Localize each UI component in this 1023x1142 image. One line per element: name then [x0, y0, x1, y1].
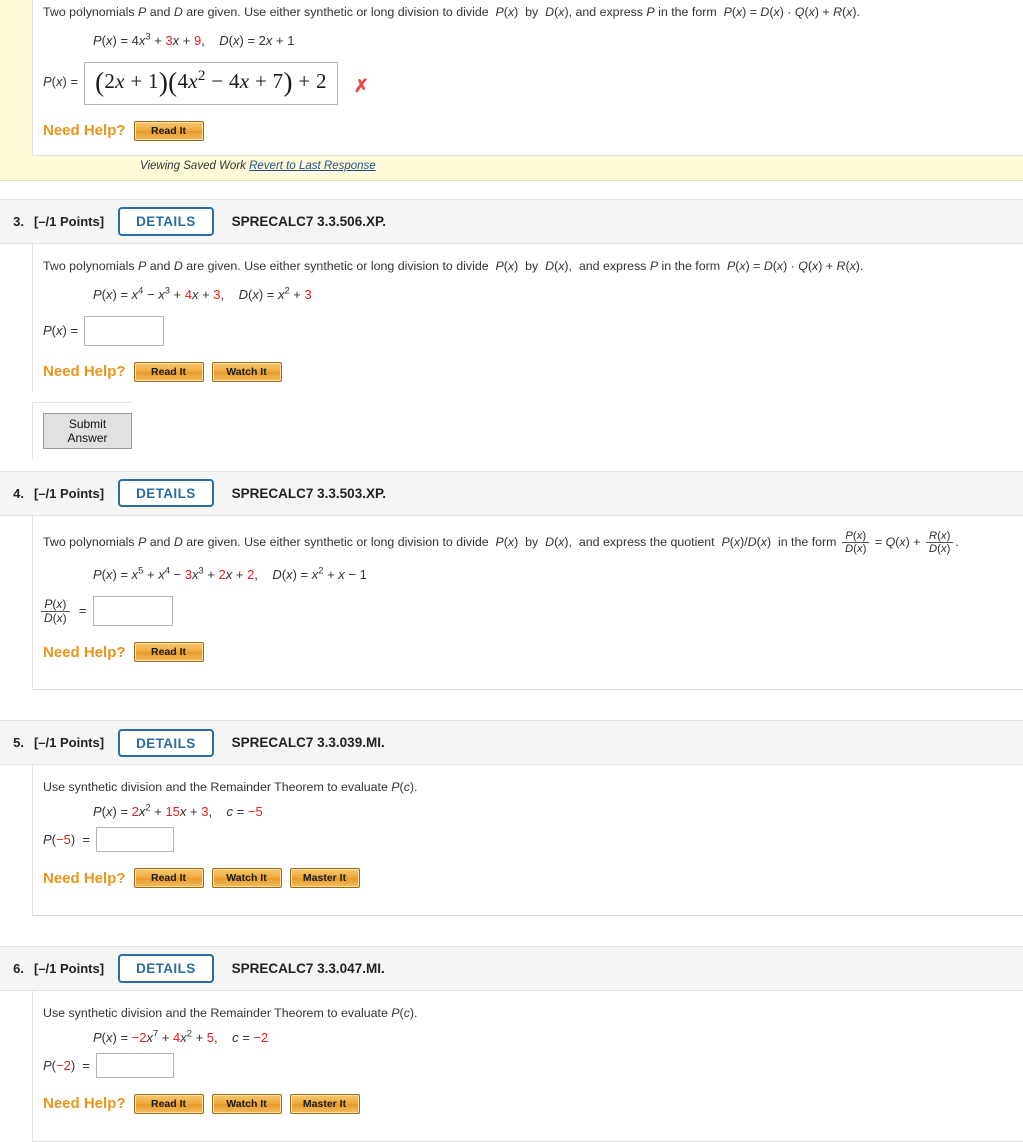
question-6-answer-row: P(−2) = [43, 1052, 1023, 1078]
spacer-3 [0, 690, 1023, 721]
need-help-label: Need Help? [43, 363, 126, 381]
saved-work-card: Two polynomials P and D are given. Use e… [32, 0, 1023, 156]
question-6-equation: P(x) = −2x7 + 4x2 + 5, c = −2 [93, 1028, 269, 1045]
question-4-equation: P(x) = x5 + x4 − 3x3 + 2x + 2, D(x) = x2… [93, 565, 367, 583]
prompt-text-3: are given. Use either synthetic or long … [182, 5, 493, 19]
question-4-answer-label: P(x) D(x) = [39, 597, 87, 625]
read-it-button[interactable]: Read It [133, 120, 204, 141]
question-5-prompt: Use synthetic division and the Remainder… [43, 780, 418, 795]
saved-work-text: Viewing Saved Work [140, 159, 246, 172]
question-4-answer-row: P(x) D(x) = [39, 596, 1023, 627]
question-5-equation: P(x) = 2x2 + 15x + 3, c = −5 [93, 802, 263, 820]
question-4-header: 4. [–/1 Points] DETAILS SPRECALC7 3.3.50… [0, 470, 1023, 516]
fraction-r-over-d: R(x) D(x) [925, 530, 954, 556]
question-3-equation: P(x) = x4 − x3 + 4x + 3, D(x) = x2 + 3 [93, 285, 312, 302]
question-4-answer-input[interactable] [92, 596, 173, 627]
question-3-need-help: Need Help? Read It Watch It [43, 361, 1023, 382]
saved-work-wrapper: Two polynomials P and D are given. Use e… [0, 0, 1023, 181]
question-6-body: Use synthetic division and the Remainder… [32, 991, 1023, 1124]
question-4-points: [–/1 Points] [34, 485, 105, 501]
revert-to-last-response-link[interactable]: Revert to Last Response [249, 160, 376, 172]
fraction-p-over-d: P(x) D(x) [841, 530, 870, 556]
question-4-number: 4. [13, 485, 24, 501]
question-6-points: [–/1 Points] [34, 961, 105, 977]
question-4-details-button[interactable]: DETAILS [118, 478, 214, 508]
read-it-button[interactable]: Read It [133, 642, 204, 663]
question-3-points: [–/1 Points] [34, 213, 105, 229]
question-6-header: 6. [–/1 Points] DETAILS SPRECALC7 3.3.04… [0, 946, 1023, 992]
question-3-prompt: Two polynomials P and D are given. Use e… [43, 258, 864, 273]
question-6-footer [32, 1123, 1023, 1142]
question-4: 4. [–/1 Points] DETAILS SPRECALC7 3.3.50… [0, 470, 1023, 691]
question-5-points: [–/1 Points] [34, 735, 105, 751]
need-help-label: Need Help? [43, 869, 126, 887]
question-4-prompt: Two polynomials P and D are given. Use e… [43, 529, 959, 556]
prompt-text-5: and express [572, 5, 647, 19]
master-it-button[interactable]: Master It [289, 1093, 360, 1114]
submit-answer-button[interactable]: Submit Answer [43, 412, 132, 449]
saved-answer-box[interactable]: (2x + 1)(4x2 − 4x + 7) + 2 [84, 61, 338, 105]
answer-row: P(x) = (2x + 1)(4x2 − 4x + 7) + 2 ✗ [43, 61, 1023, 105]
prompt-text-2: and [146, 5, 174, 19]
question-5-answer-label: P(−5) = [43, 832, 90, 848]
question-3-answer-label: P(x) = [43, 323, 79, 339]
question-4-body: Two polynomials P and D are given. Use e… [32, 515, 1023, 673]
question-3-code: SPRECALC7 3.3.506.XP. [231, 213, 386, 229]
question-6-prompt: Use synthetic division and the Remainder… [43, 1006, 418, 1021]
question-6-need-help: Need Help? Read It Watch It Master It [43, 1093, 1023, 1114]
prompt-text-4: by [521, 5, 542, 19]
question-3-number: 3. [13, 213, 24, 229]
read-it-button[interactable]: Read It [133, 361, 204, 382]
question-4-footer [32, 672, 1023, 691]
saved-work-note: Viewing Saved Work Revert to Last Respon… [0, 156, 1023, 174]
question-5-footer [32, 898, 1023, 917]
spacer-4 [0, 916, 1023, 947]
question-5-number: 5. [13, 735, 24, 751]
incorrect-mark-icon: ✗ [353, 75, 369, 96]
need-help-label: Need Help? [43, 1095, 126, 1113]
spacer [0, 180, 1023, 199]
question-6-number: 6. [13, 961, 24, 977]
question-5-body: Use synthetic division and the Remainder… [32, 765, 1023, 899]
answer-label: P(x) = [43, 73, 79, 89]
need-help-label: Need Help? [43, 643, 126, 661]
watch-it-button[interactable]: Watch It [211, 361, 282, 382]
question-prompt: Two polynomials P and D are given. Use e… [43, 5, 860, 19]
question-5: 5. [–/1 Points] DETAILS SPRECALC7 3.3.03… [0, 720, 1023, 917]
question-5-answer-row: P(−5) = [43, 827, 1023, 853]
question-6-answer-label: P(−2) = [43, 1057, 90, 1073]
need-help-row: Need Help? Read It [43, 120, 1023, 141]
question-3-answer-row: P(x) = [43, 315, 1023, 346]
prompt-text: Two polynomials [43, 5, 139, 19]
question-3-body: Two polynomials P and D are given. Use e… [32, 243, 1023, 392]
question-3-details-button[interactable]: DETAILS [118, 207, 214, 236]
question-3-submit-wrap: Submit Answer [32, 401, 132, 459]
watch-it-button[interactable]: Watch It [211, 1093, 282, 1114]
question-5-details-button[interactable]: DETAILS [118, 728, 214, 758]
question-6: 6. [–/1 Points] DETAILS SPRECALC7 3.3.04… [0, 946, 1023, 1142]
prompt-var-d: D [173, 5, 183, 19]
question-3-header: 3. [–/1 Points] DETAILS SPRECALC7 3.3.50… [0, 198, 1023, 244]
question-6-answer-input[interactable] [96, 1052, 174, 1078]
question-5-code: SPRECALC7 3.3.039.MI. [231, 735, 385, 751]
read-it-button[interactable]: Read It [133, 868, 204, 889]
prompt-var-p2: P [646, 5, 655, 19]
spacer-2 [0, 458, 1023, 471]
question-4-need-help: Need Help? Read It [43, 642, 1023, 663]
question-3: 3. [–/1 Points] DETAILS SPRECALC7 3.3.50… [0, 198, 1023, 459]
question-6-code: SPRECALC7 3.3.047.MI. [231, 961, 385, 977]
question-6-details-button[interactable]: DETAILS [118, 954, 214, 983]
watch-it-button[interactable]: Watch It [211, 868, 282, 889]
question-5-header: 5. [–/1 Points] DETAILS SPRECALC7 3.3.03… [0, 720, 1023, 766]
master-it-button[interactable]: Master It [289, 868, 360, 889]
given-equation: P(x) = 4x3 + 3x + 9, D(x) = 2x + 1 [93, 31, 295, 48]
question-3-answer-input[interactable] [84, 315, 165, 346]
read-it-button[interactable]: Read It [133, 1093, 204, 1114]
saved-work-question: Two polynomials P and D are given. Use e… [0, 0, 1023, 181]
question-5-need-help: Need Help? Read It Watch It Master It [43, 868, 1023, 889]
question-4-code: SPRECALC7 3.3.503.XP. [231, 485, 386, 501]
prompt-text-6: in the form [654, 5, 721, 19]
question-5-answer-input[interactable] [96, 827, 174, 853]
need-help-label: Need Help? [43, 122, 126, 140]
